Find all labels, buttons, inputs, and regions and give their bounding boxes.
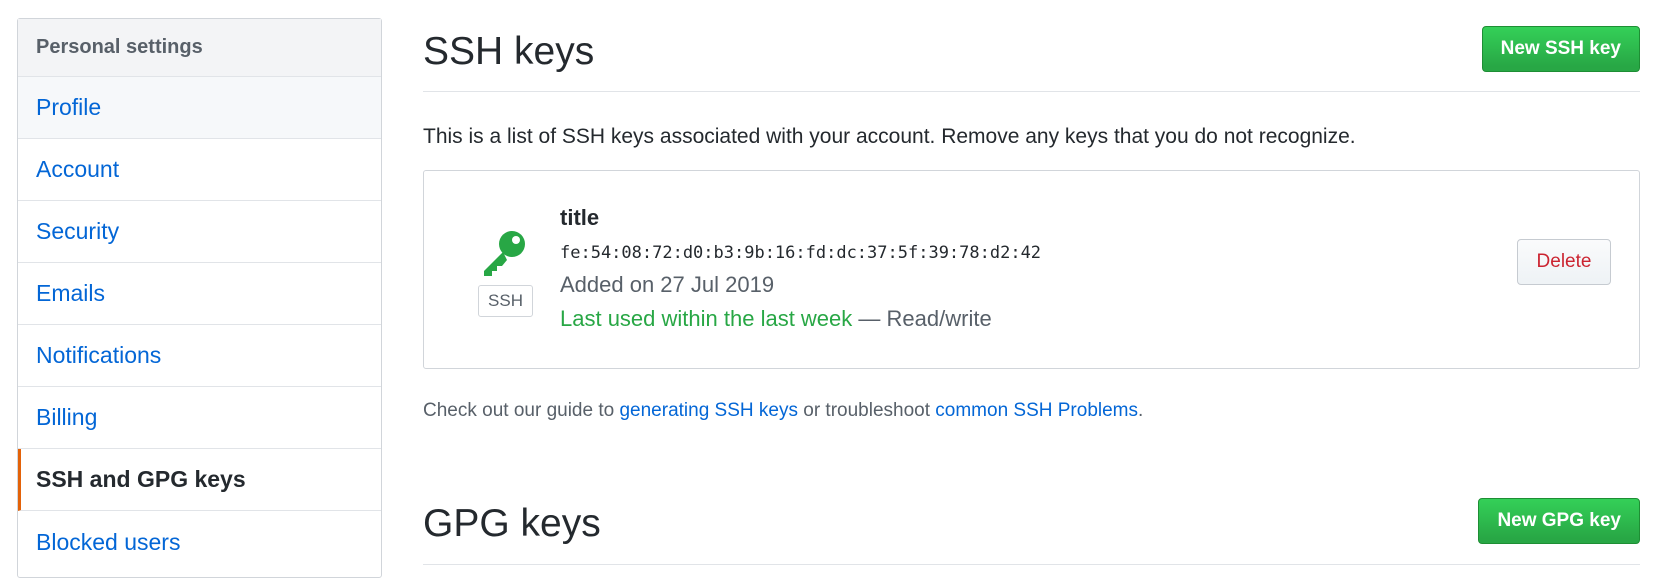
gpg-keys-title: GPG keys [423, 502, 601, 545]
sidebar-item-emails[interactable]: Emails [18, 263, 381, 325]
key-title: title [560, 205, 600, 230]
new-gpg-key-button[interactable]: New GPG key [1478, 498, 1640, 544]
sidebar-header: Personal settings [18, 19, 381, 77]
key-usage: Last used within the last week — Read/wr… [560, 306, 992, 332]
guide-suffix: . [1138, 400, 1144, 421]
settings-sidebar: Personal settings Profile Account Securi… [17, 18, 382, 578]
ssh-guide-text: Check out our guide to generating SSH ke… [423, 400, 1143, 422]
sidebar-item-billing[interactable]: Billing [18, 387, 381, 449]
sidebar-item-account[interactable]: Account [18, 139, 381, 201]
sidebar-item-profile[interactable]: Profile [18, 77, 381, 139]
guide-middle: or troubleshoot [797, 400, 936, 421]
ssh-keys-header: SSH keys New SSH key [423, 0, 1640, 92]
key-icon [480, 227, 530, 277]
sidebar-item-security[interactable]: Security [18, 201, 381, 263]
guide-prefix: Check out our guide to [423, 400, 620, 421]
new-ssh-key-button[interactable]: New SSH key [1481, 26, 1640, 72]
key-access: — Read/write [858, 306, 992, 331]
main-content: SSH keys New SSH key This is a list of S… [423, 0, 1640, 575]
ssh-key-item: SSH title fe:54:08:72:d0:b3:9b:16:fd:dc:… [423, 170, 1640, 369]
ssh-keys-title: SSH keys [423, 30, 595, 73]
sidebar-item-blocked-users[interactable]: Blocked users [18, 511, 381, 573]
key-fingerprint: fe:54:08:72:d0:b3:9b:16:fd:dc:37:5f:39:7… [560, 243, 1042, 263]
delete-key-button[interactable]: Delete [1517, 239, 1611, 285]
sidebar-item-notifications[interactable]: Notifications [18, 325, 381, 387]
common-ssh-problems-link[interactable]: common SSH Problems [935, 400, 1138, 421]
key-last-used: Last used within the last week [560, 306, 853, 331]
generating-ssh-keys-link[interactable]: generating SSH keys [619, 400, 798, 421]
key-added-date: Added on 27 Jul 2019 [560, 272, 775, 297]
ssh-keys-intro: This is a list of SSH keys associated wi… [423, 125, 1356, 148]
key-type-label: SSH [478, 285, 533, 317]
gpg-keys-header: GPG keys New GPG key [423, 472, 1640, 565]
sidebar-item-ssh-gpg-keys[interactable]: SSH and GPG keys [18, 449, 381, 511]
